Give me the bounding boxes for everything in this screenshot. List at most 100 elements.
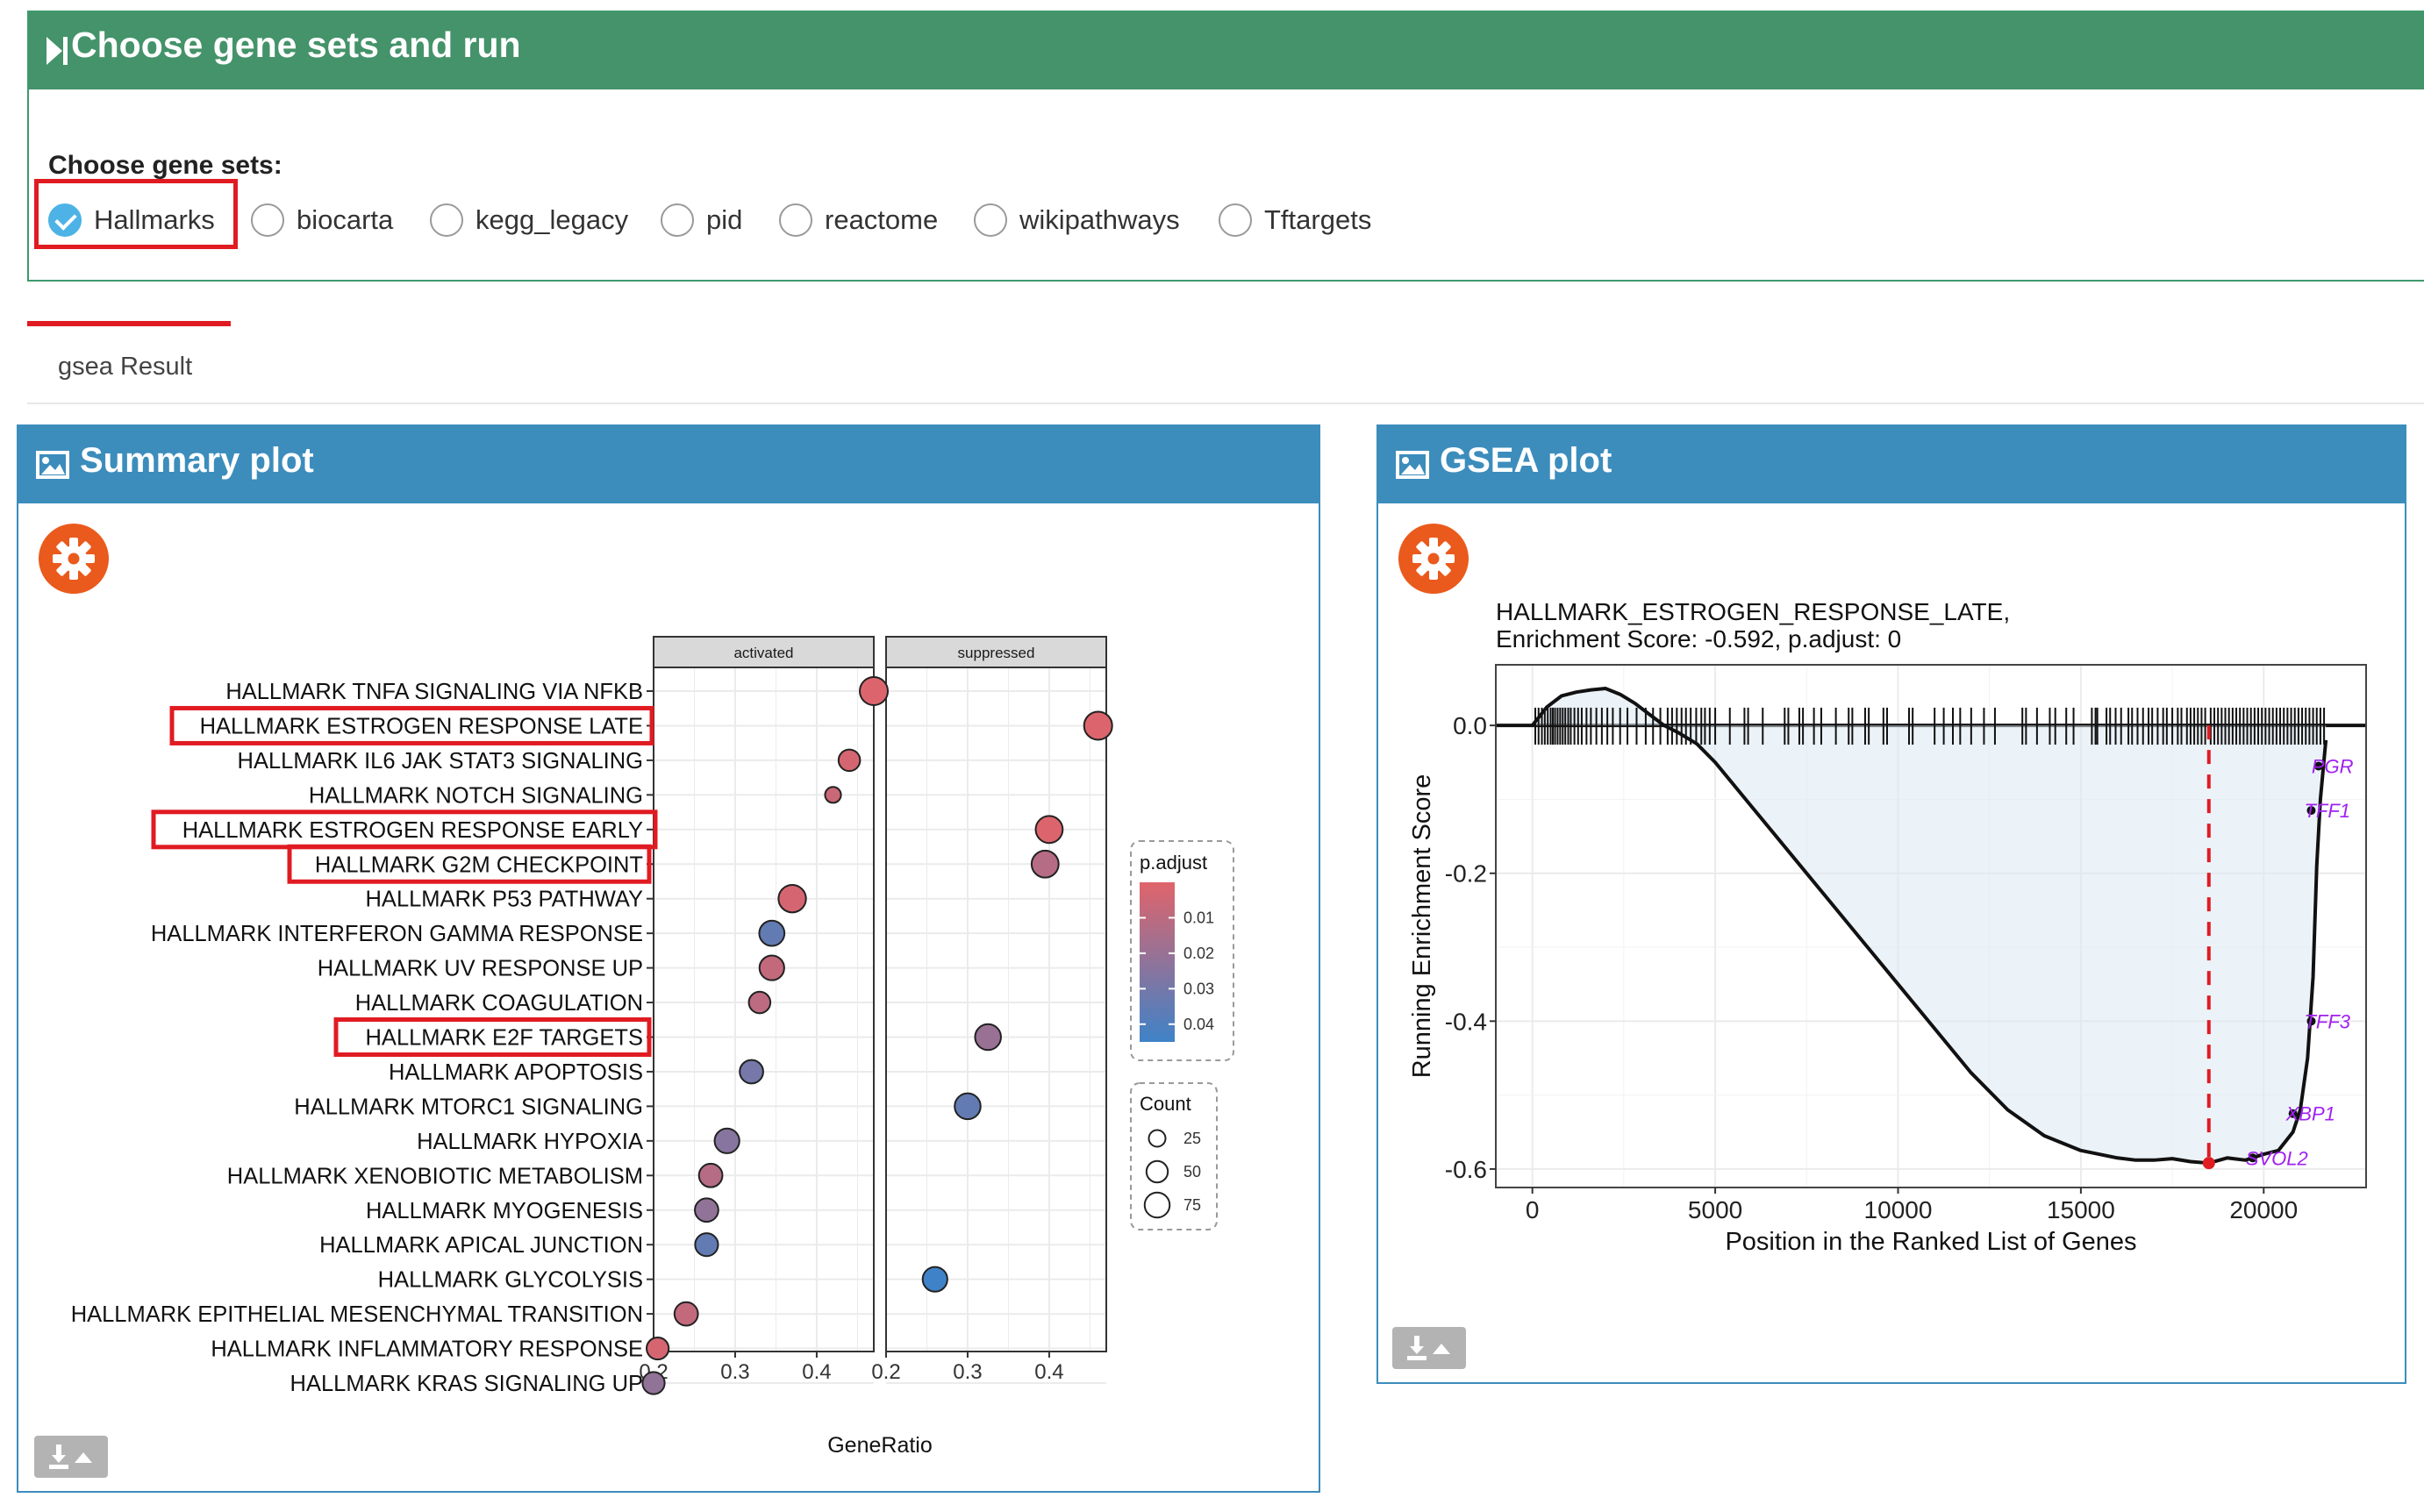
- highlight-box: [34, 179, 238, 249]
- size-legend-label: 25: [1183, 1130, 1201, 1147]
- data-point: [713, 1127, 740, 1154]
- chart-subtitle: Enrichment Score: -0.592, p.adjust: 0: [1496, 625, 1901, 653]
- download-icon: [49, 1444, 92, 1469]
- data-point: [824, 786, 842, 804]
- data-point: [954, 1092, 982, 1121]
- y-tick-label: HALLMARK APICAL JUNCTION: [319, 1233, 643, 1258]
- panel-title: Choose gene sets and run: [71, 25, 521, 65]
- y-tick-label: HALLMARK XENOBIOTIC METABOLISM: [227, 1164, 643, 1188]
- option-label: Tftargets: [1264, 204, 1372, 235]
- chart-title: HALLMARK_ESTROGEN_RESPONSE_LATE,: [1496, 598, 2010, 625]
- option-wikipathways[interactable]: wikipathways: [974, 194, 1180, 246]
- data-point: [697, 1162, 724, 1188]
- legend-title: p.adjust: [1140, 852, 1207, 874]
- x-tick-label: 5000: [1688, 1196, 1742, 1223]
- gene-label: XBP1: [2285, 1103, 2335, 1125]
- y-tick-label: HALLMARK MYOGENESIS: [366, 1199, 643, 1223]
- y-tick-label: HALLMARK GLYCOLYSIS: [378, 1268, 643, 1293]
- summary-dot-plot: activated0.20.30.4suppressed0.20.30.4Gen…: [71, 636, 1234, 1458]
- radio-icon[interactable]: [251, 203, 284, 237]
- summary-plot-box: Summary plot activated0.20.30.4suppresse…: [17, 424, 1320, 1493]
- y-tick-label: 0.0: [1453, 712, 1487, 739]
- data-point: [673, 1301, 699, 1327]
- x-axis-label: Position in the Ranked List of Genes: [1725, 1228, 2136, 1256]
- gene-label: TFF3: [2304, 1010, 2350, 1032]
- gene-label: PGR: [2312, 755, 2354, 777]
- legend-title: Count: [1140, 1093, 1191, 1115]
- data-point: [641, 1371, 666, 1395]
- facet-strip-label: activated: [733, 645, 793, 661]
- option-kegg-legacy[interactable]: kegg_legacy: [430, 194, 628, 246]
- y-tick-label: HALLMARK MTORC1 SIGNALING: [294, 1095, 643, 1119]
- y-tick-label: HALLMARK G2M CHECKPOINT: [315, 852, 643, 877]
- data-point: [694, 1232, 719, 1258]
- option-pid[interactable]: pid: [661, 194, 742, 246]
- y-tick-label: HALLMARK APOPTOSIS: [389, 1060, 643, 1085]
- play-step-icon: [46, 37, 68, 65]
- option-biocarta[interactable]: biocarta: [251, 194, 393, 246]
- x-tick-label: 0.3: [953, 1360, 982, 1384]
- panel-header[interactable]: Choose gene sets and run: [29, 12, 2424, 89]
- gsea-running-score-plot: 0 5000 10000 15000 20000 0.0 -0.2 -0.4 -0.6 Posit…: [1408, 598, 2367, 1256]
- y-tick-label: HALLMARK EPITHELIAL MESENCHYMAL TRANSITI…: [71, 1302, 643, 1327]
- data-point: [1083, 710, 1113, 741]
- y-tick-label: HALLMARK COAGULATION: [355, 991, 643, 1016]
- download-button[interactable]: [34, 1436, 108, 1478]
- size-legend-label: 50: [1183, 1163, 1201, 1180]
- data-point: [1034, 815, 1064, 845]
- data-point: [921, 1266, 948, 1293]
- peak-point: [2202, 1157, 2215, 1170]
- y-tick-label: HALLMARK KRAS SIGNALING UP: [290, 1372, 643, 1396]
- radio-icon[interactable]: [1219, 203, 1252, 237]
- y-tick-label: -0.6: [1445, 1156, 1487, 1183]
- data-point: [758, 919, 786, 947]
- x-tick-label: 20000: [2229, 1196, 2298, 1223]
- y-tick-label: HALLMARK IL6 JAK STAT3 SIGNALING: [238, 749, 643, 774]
- colorbar: [1140, 882, 1175, 1042]
- colorbar-tick-label: 0.03: [1183, 980, 1214, 997]
- option-tftargets[interactable]: Tftargets: [1219, 194, 1371, 246]
- colorbar-tick-label: 0.04: [1183, 1016, 1214, 1033]
- facet-strip-label: suppressed: [958, 645, 1035, 661]
- radio-icon[interactable]: [430, 203, 463, 237]
- y-tick-label: HALLMARK INTERFERON GAMMA RESPONSE: [151, 922, 643, 946]
- y-tick-label: HALLMARK HYPOXIA: [417, 1130, 643, 1154]
- x-tick-label: 0.4: [802, 1360, 831, 1384]
- data-point: [747, 990, 772, 1015]
- y-tick-label: HALLMARK INFLAMMATORY RESPONSE: [211, 1337, 643, 1362]
- size-legend-circle: [1143, 1191, 1171, 1219]
- radio-icon[interactable]: [661, 203, 694, 237]
- y-tick-label: HALLMARK NOTCH SIGNALING: [309, 783, 643, 808]
- size-legend-circle: [1145, 1159, 1169, 1184]
- x-tick-label: 0.4: [1034, 1360, 1063, 1384]
- option-reactome[interactable]: reactome: [779, 194, 938, 246]
- gsea-plot-box: GSEA plot 0 5000 10000 15000 20000 0.0 -0.2 -0.…: [1376, 424, 2406, 1384]
- y-tick-label: -0.4: [1445, 1008, 1487, 1035]
- x-axis-label: GeneRatio: [827, 1433, 933, 1458]
- y-tick-label: HALLMARK E2F TARGETS: [366, 1026, 643, 1051]
- tab-divider: [27, 403, 2424, 404]
- tab-gsea-result[interactable]: gsea Result: [58, 353, 192, 382]
- data-point: [646, 1336, 670, 1361]
- y-tick-label: HALLMARK UV RESPONSE UP: [318, 957, 643, 981]
- radio-icon[interactable]: [974, 203, 1007, 237]
- x-tick-label: 15000: [2047, 1196, 2115, 1223]
- y-tick-label: -0.2: [1445, 860, 1487, 888]
- x-tick-label: 0.2: [871, 1360, 900, 1384]
- active-tab-indicator: [27, 321, 231, 326]
- download-button[interactable]: [1392, 1327, 1466, 1369]
- download-icon: [1407, 1336, 1450, 1360]
- option-label: kegg_legacy: [476, 204, 629, 235]
- colorbar-tick-label: 0.02: [1183, 945, 1214, 962]
- x-tick-label: 0: [1526, 1196, 1540, 1223]
- gene-label: SVOL2: [2246, 1147, 2308, 1169]
- y-axis-label: Running Enrichment Score: [1408, 774, 1436, 1079]
- colorbar-tick-label: 0.01: [1183, 909, 1214, 926]
- y-tick-label: HALLMARK ESTROGEN RESPONSE LATE: [200, 714, 643, 738]
- x-tick-label: 10000: [1864, 1196, 1933, 1223]
- data-point: [1030, 849, 1060, 879]
- size-legend-label: 75: [1183, 1196, 1201, 1214]
- data-point: [694, 1197, 719, 1223]
- radio-icon[interactable]: [779, 203, 812, 237]
- y-tick-label: HALLMARK TNFA SIGNALING VIA NFKB: [225, 680, 643, 704]
